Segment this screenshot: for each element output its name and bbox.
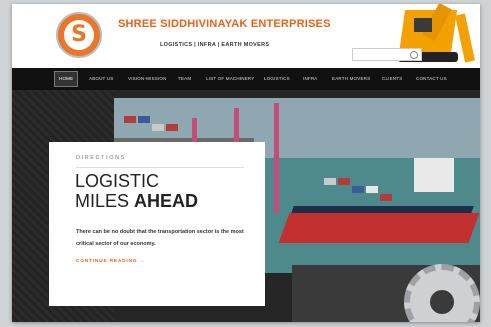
continue-reading-link[interactable]: CONTINUE READING → [76,259,145,264]
nav-about-us[interactable]: ABOUT US [89,68,114,90]
nav-vision-mission[interactable]: VISION-MISSION [128,68,167,90]
hero-title-line2: MILES AHEAD [75,192,198,210]
site-header: S SHREE SIDDHIVINAYAK ENTERPRISES LOGIST… [12,4,480,68]
main-nav: HOME ABOUT US VISION-MISSION TEAM LIST O… [12,68,480,90]
search-icon[interactable] [410,51,418,59]
search-input[interactable] [352,48,422,61]
machinery-window [414,18,432,32]
hero-divider [76,167,244,168]
site-tagline: LOGISTICS | INFRA | EARTH MOVERS [160,42,270,48]
nav-earth-movers[interactable]: EARTH MOVERS [332,68,370,90]
hero-body-text: There can be no doubt that the transport… [76,229,244,247]
ship-bridge [414,158,454,192]
port-crane [274,103,279,213]
nav-team[interactable]: TEAM [178,68,191,90]
hero-title-plain: MILES [75,191,135,211]
hero-title-line1: LOGISTIC [75,171,160,191]
site-title[interactable]: SHREE SIDDHIVINAYAK ENTERPRISES [118,18,331,30]
nav-logistics[interactable]: LOGISTICS [264,68,290,90]
hero-kicker: DIRECTIONS [76,155,126,161]
nav-list-of-machinery[interactable]: LIST OF MACHINERY [206,68,255,90]
logo-icon[interactable]: S [56,12,102,58]
machinery-arm-right [455,13,475,63]
nav-contact-us[interactable]: CONTACT US [416,68,447,90]
nav-home[interactable]: HOME [54,71,79,87]
logo-letter: S [71,22,87,47]
hero-title-bold: AHEAD [134,191,199,211]
hero-slider: DIRECTIONS LOGISTIC MILES AHEAD There ca… [12,90,480,322]
browser-frame: S SHREE SIDDHIVINAYAK ENTERPRISES LOGIST… [12,4,480,322]
hero-text-card: DIRECTIONS LOGISTIC MILES AHEAD There ca… [49,142,265,306]
ship-hull [278,213,480,243]
nav-infra[interactable]: INFRA [303,68,318,90]
nav-clients[interactable]: CLIENTS [382,68,402,90]
